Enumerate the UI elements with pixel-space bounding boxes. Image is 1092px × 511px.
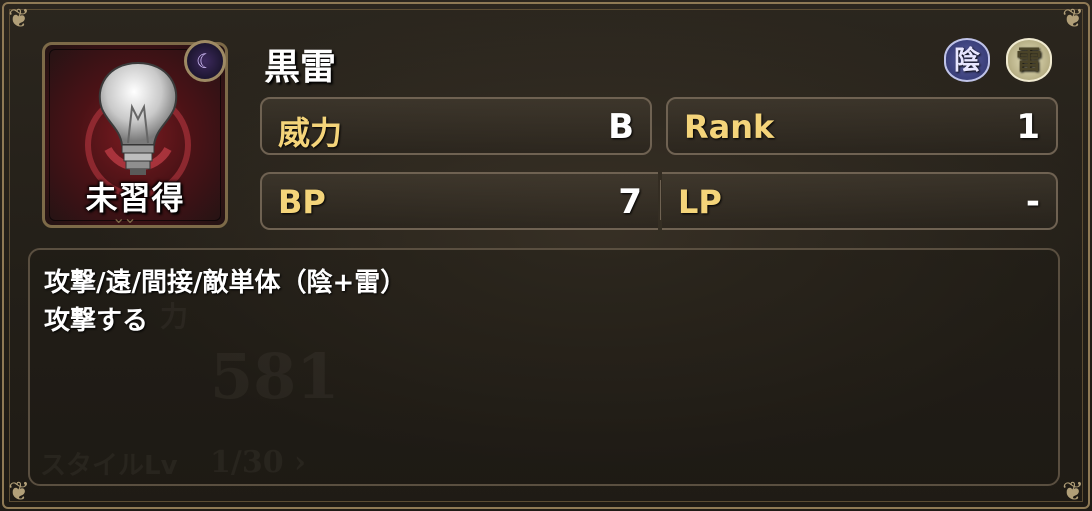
learned-status-label: 未習得 xyxy=(85,179,185,217)
corner-ornament-icon: ❦ xyxy=(1062,477,1084,507)
stat-power: 威力 B xyxy=(260,97,652,155)
stat-rank-label: Rank xyxy=(684,108,775,146)
yin-attribute-icon: 陰 xyxy=(944,38,990,82)
skill-name: 黒雷 xyxy=(264,47,337,88)
stat-power-value: B xyxy=(608,107,634,147)
stat-bp: BP 7 xyxy=(260,172,658,230)
chevron-down-icon: ⌄⌄ xyxy=(112,208,137,227)
stat-rank-value: 1 xyxy=(1016,107,1040,147)
stat-bp-label: BP xyxy=(278,183,326,221)
light-bulb-icon xyxy=(85,61,191,197)
thunder-attribute-icon: 雷 xyxy=(1006,38,1052,82)
stat-bp-value: 7 xyxy=(618,182,642,222)
corner-ornament-icon: ❦ xyxy=(8,4,30,34)
stat-lp-value: - xyxy=(1025,182,1040,222)
skill-description-tags: 攻撃/遠/間接/敵単体（陰+雷） xyxy=(44,268,407,298)
skill-detail-panel: ❦ ❦ ❦ ❦ 力 581 スタイルLv 1/30 › 未習得 ⌄⌄ ☾ 黒雷 … xyxy=(0,0,1092,511)
skill-description-box: 攻撃/遠/間接/敵単体（陰+雷） 攻撃する xyxy=(28,248,1060,486)
stat-rank: Rank 1 xyxy=(666,97,1058,155)
stat-power-label: 威力 xyxy=(278,114,343,152)
corner-ornament-icon: ❦ xyxy=(1062,4,1084,34)
skill-description-effect: 攻撃する xyxy=(44,306,149,336)
stat-divider xyxy=(660,180,661,220)
stat-lp: LP - xyxy=(662,172,1058,230)
stat-lp-label: LP xyxy=(678,183,722,221)
crescent-moon-icon: ☾ xyxy=(184,40,226,82)
